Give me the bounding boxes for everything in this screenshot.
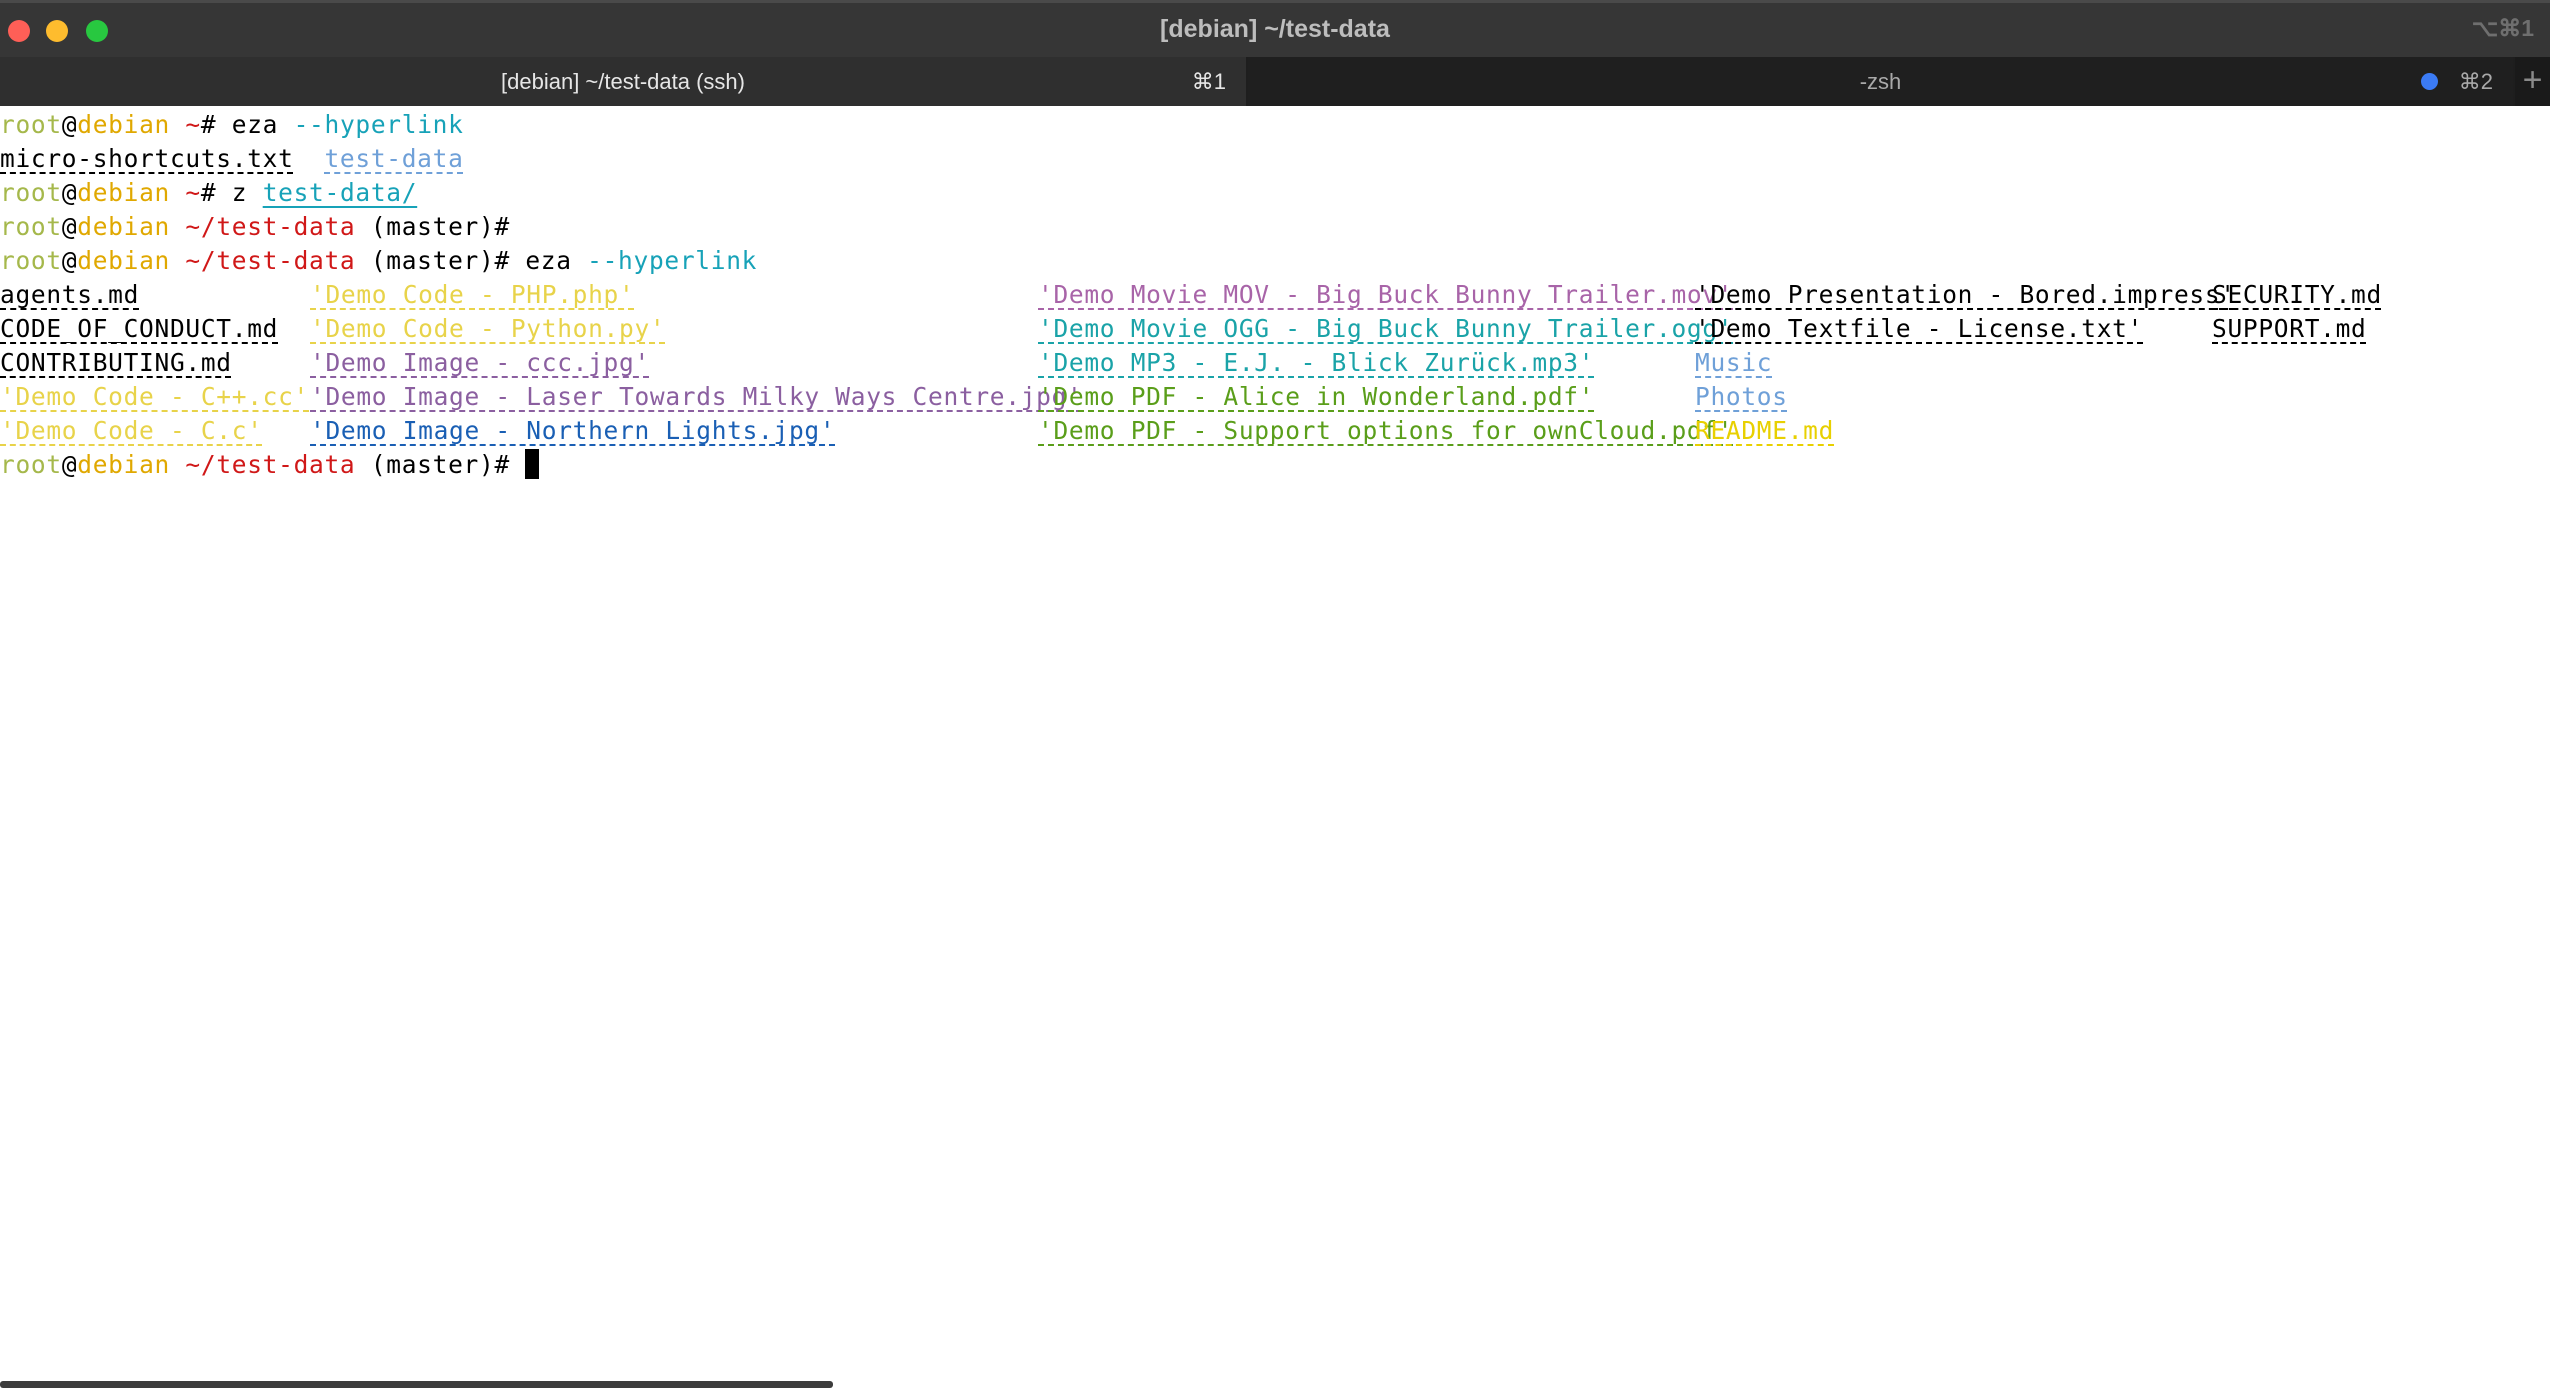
- tab-ssh-shortcut: ⌘1: [1191, 69, 1226, 94]
- prompt-path: ~: [169, 110, 201, 139]
- prompt-at: @: [61, 178, 78, 207]
- file-link[interactable]: CODE_OF_CONDUCT.md: [0, 312, 278, 346]
- title-bar: [debian] ~/test-data ⌥⌘1: [0, 0, 2550, 57]
- new-tab-button[interactable]: +: [2515, 57, 2550, 106]
- prompt-at: @: [61, 246, 78, 275]
- prompt-branch: (master): [355, 246, 495, 275]
- window-shortcut: ⌥⌘1: [2471, 15, 2534, 41]
- prompt-host: debian: [77, 110, 170, 139]
- tab-bar: [debian] ~/test-data (ssh) ⌘1 -zsh ⌘2 +: [0, 57, 2550, 106]
- prompt-branch: (master): [355, 212, 495, 241]
- prompt-at: @: [61, 110, 78, 139]
- file-link[interactable]: README.md: [1695, 414, 1834, 448]
- prompt-path: ~/test-data: [169, 212, 356, 241]
- horizontal-scrollbar[interactable]: [0, 1381, 833, 1388]
- prompt-sign: #: [494, 212, 526, 241]
- file-link[interactable]: CONTRIBUTING.md: [0, 346, 232, 380]
- file-link[interactable]: 'Demo Textfile - License.txt': [1695, 312, 2143, 346]
- prompt-path: ~/test-data: [169, 450, 356, 479]
- file-link[interactable]: micro-shortcuts.txt: [0, 144, 294, 173]
- command-argument: --hyperlink: [571, 246, 758, 275]
- prompt-user: root: [0, 110, 62, 139]
- prompt-sign: #: [200, 178, 232, 207]
- terminal-line: root@debian ~# eza --hyperlink: [0, 108, 464, 142]
- window-title: [debian] ~/test-data: [1160, 15, 1390, 43]
- prompt-host: debian: [77, 246, 170, 275]
- file-link[interactable]: 'Demo Code - C.c': [0, 414, 263, 448]
- tab-ssh-label: [debian] ~/test-data (ssh): [501, 69, 745, 94]
- prompt-host: debian: [77, 178, 170, 207]
- file-link[interactable]: SECURITY.md: [2212, 278, 2382, 312]
- prompt-branch: (master): [355, 450, 495, 479]
- prompt-sign: #: [200, 110, 232, 139]
- prompt-user: root: [0, 450, 62, 479]
- file-link[interactable]: SUPPORT.md: [2212, 312, 2367, 346]
- file-link[interactable]: 'Demo PDF - Alice in Wonderland.pdf': [1038, 380, 1594, 414]
- tab-ssh[interactable]: [debian] ~/test-data (ssh) ⌘1: [0, 57, 1246, 106]
- file-link[interactable]: 'Demo Code - Python.py': [310, 312, 665, 346]
- file-link[interactable]: 'Demo PDF - Support options for ownCloud…: [1038, 414, 1733, 448]
- command: eza: [525, 246, 572, 275]
- prompt-user: root: [0, 178, 62, 207]
- terminal-line: root@debian ~/test-data (master)#: [0, 210, 525, 244]
- prompt-sign: #: [494, 246, 526, 275]
- command: eza: [231, 110, 279, 139]
- prompt-at: @: [61, 212, 78, 241]
- file-link[interactable]: 'Demo Presentation - Bored.impress': [1695, 278, 2236, 312]
- path-link[interactable]: test-data/: [263, 178, 418, 207]
- cursor: [525, 449, 540, 479]
- directory-link[interactable]: Photos: [1695, 380, 1788, 414]
- terminal-line: root@debian ~# z test-data/: [0, 176, 417, 210]
- prompt-sign: #: [494, 450, 526, 479]
- prompt-path: ~: [169, 178, 201, 207]
- file-link[interactable]: 'Demo MP3 - E.J. - Blick Zurück.mp3': [1038, 346, 1594, 380]
- prompt-host: debian: [77, 450, 170, 479]
- tab-zsh-shortcut: ⌘2: [2458, 69, 2493, 94]
- prompt-at: @: [61, 450, 78, 479]
- file-link[interactable]: 'Demo Image - ccc.jpg': [310, 346, 650, 380]
- activity-dot-icon: [2421, 73, 2438, 90]
- prompt-host: debian: [77, 212, 170, 241]
- prompt-user: root: [0, 246, 62, 275]
- prompt-path: ~/test-data: [169, 246, 356, 275]
- directory-link[interactable]: test-data: [324, 144, 463, 173]
- terminal-line: root@debian ~/test-data (master)#: [0, 448, 540, 482]
- prompt-user: root: [0, 212, 62, 241]
- tab-zsh-label: -zsh: [1859, 69, 1902, 94]
- file-link[interactable]: 'Demo Image - Laser Towards Milky Ways C…: [310, 380, 1083, 414]
- terminal-line: micro-shortcuts.txt test-data: [0, 142, 464, 176]
- command-argument: --hyperlink: [278, 110, 464, 139]
- tab-zsh[interactable]: -zsh ⌘2: [1248, 57, 2513, 106]
- file-link[interactable]: 'Demo Image - Northern Lights.jpg': [310, 414, 835, 448]
- file-link[interactable]: 'Demo Movie OGG - Big Buck Bunny Trailer…: [1038, 312, 1733, 346]
- file-link[interactable]: 'Demo Movie MOV - Big Buck Bunny Trailer…: [1038, 278, 1733, 312]
- command: z: [231, 178, 248, 207]
- terminal-line: root@debian ~/test-data (master)# eza --…: [0, 244, 757, 278]
- file-link[interactable]: 'Demo Code - PHP.php': [310, 278, 634, 312]
- file-link[interactable]: agents.md: [0, 278, 139, 312]
- file-link[interactable]: 'Demo Code - C++.cc': [0, 380, 309, 414]
- directory-link[interactable]: Music: [1695, 346, 1772, 380]
